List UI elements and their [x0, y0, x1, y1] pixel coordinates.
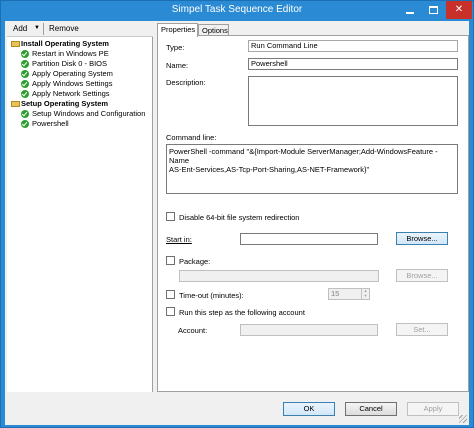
success-check-icon [21, 60, 29, 68]
tree-step-label: Powershell [32, 119, 69, 128]
close-icon: ✕ [454, 4, 464, 15]
tree-step-label: Restart in Windows PE [32, 49, 109, 58]
description-input[interactable] [248, 76, 458, 126]
command-line-label: Command line: [166, 133, 217, 142]
package-browse-button[interactable]: Browse... [396, 269, 448, 282]
maximize-button[interactable] [422, 1, 446, 19]
run-as-label: Run this step as the following account [179, 308, 305, 317]
tree-group-label: Setup Operating System [21, 99, 109, 108]
tree-group-setup-os[interactable]: Setup Operating System [9, 99, 153, 109]
start-in-browse-button[interactable]: Browse... [396, 232, 448, 245]
timeout-spinner-icon[interactable]: ▲ ▼ [361, 288, 369, 300]
tree-group-label: Install Operating System [21, 39, 109, 48]
remove-button[interactable]: Remove [49, 24, 79, 33]
account-set-button[interactable]: Set... [396, 323, 448, 336]
success-check-icon [21, 80, 29, 88]
success-check-icon [21, 110, 29, 118]
success-check-icon [21, 90, 29, 98]
success-check-icon [21, 120, 29, 128]
add-dropdown-icon[interactable]: ▼ [34, 25, 40, 31]
close-button[interactable]: ✕ [446, 1, 472, 19]
minimize-button[interactable] [398, 1, 422, 19]
properties-tab-body: Type: Run Command Line Name: Powershell … [157, 35, 469, 392]
package-input[interactable] [179, 270, 379, 282]
toolbar-separator [43, 23, 44, 35]
timeout-label: Time-out (minutes): [179, 291, 244, 300]
type-label: Type: [166, 43, 185, 52]
name-input[interactable]: Powershell [248, 58, 458, 70]
tree-step[interactable]: Partition Disk 0 - BIOS [9, 59, 153, 69]
task-sequence-editor-window: Simpel Task Sequence Editor ✕ Add ▼ Remo… [0, 0, 474, 428]
resize-grip-icon[interactable] [459, 415, 467, 423]
add-button[interactable]: Add [13, 24, 27, 33]
tree-step-label: Setup Windows and Configuration [32, 109, 146, 118]
tree-step-label: Apply Windows Settings [32, 79, 113, 88]
tree-step[interactable]: Restart in Windows PE [9, 49, 153, 59]
maximize-icon [429, 6, 438, 14]
task-sequence-tree: Install Operating System Restart in Wind… [9, 39, 153, 129]
tree-step[interactable]: Apply Windows Settings [9, 79, 153, 89]
title-bar[interactable]: Simpel Task Sequence Editor ✕ [1, 1, 473, 21]
tree-step-label: Apply Network Settings [32, 89, 110, 98]
folder-icon [11, 101, 20, 107]
disable-64bit-label: Disable 64-bit file system redirection [179, 213, 300, 222]
tree-step[interactable]: Apply Network Settings [9, 89, 153, 99]
tree-step[interactable]: Apply Operating System [9, 69, 153, 79]
start-in-label: Start in: [166, 235, 192, 244]
package-checkbox[interactable] [166, 256, 175, 265]
type-field: Run Command Line [248, 40, 458, 52]
name-label: Name: [166, 61, 189, 70]
success-check-icon [21, 70, 29, 78]
cancel-button[interactable]: Cancel [345, 402, 397, 416]
tree-step-label: Apply Operating System [32, 69, 113, 78]
start-in-input[interactable] [240, 233, 378, 245]
tree-group-install-os[interactable]: Install Operating System [9, 39, 153, 49]
run-as-checkbox[interactable] [166, 307, 175, 316]
folder-icon [11, 41, 20, 47]
command-line-input[interactable]: PowerShell -command "&{Import-Module Ser… [166, 144, 458, 194]
apply-button[interactable]: Apply [407, 402, 459, 416]
tab-properties[interactable]: Properties [157, 23, 198, 37]
properties-pane: Properties Options Type: Run Command Lin… [155, 21, 469, 392]
task-sequence-tree-pane: Add ▼ Remove Install Operating System Re… [7, 21, 153, 392]
disable-64bit-checkbox[interactable] [166, 212, 175, 221]
account-input[interactable] [240, 324, 378, 336]
account-label: Account: [178, 326, 208, 335]
tree-step-selected[interactable]: Powershell [9, 119, 153, 129]
ok-button[interactable]: OK [283, 402, 335, 416]
success-check-icon [21, 50, 29, 58]
tree-step-label: Partition Disk 0 - BIOS [32, 59, 108, 68]
dialog-button-bar: OK Cancel Apply [5, 394, 469, 425]
client-area: Add ▼ Remove Install Operating System Re… [5, 21, 469, 425]
tree-toolbar: Add ▼ Remove [7, 21, 153, 37]
timeout-checkbox[interactable] [166, 290, 175, 299]
tree-step[interactable]: Setup Windows and Configuration [9, 109, 153, 119]
minimize-icon [406, 12, 414, 14]
package-label: Package: [179, 257, 211, 266]
description-label: Description: [166, 78, 206, 87]
